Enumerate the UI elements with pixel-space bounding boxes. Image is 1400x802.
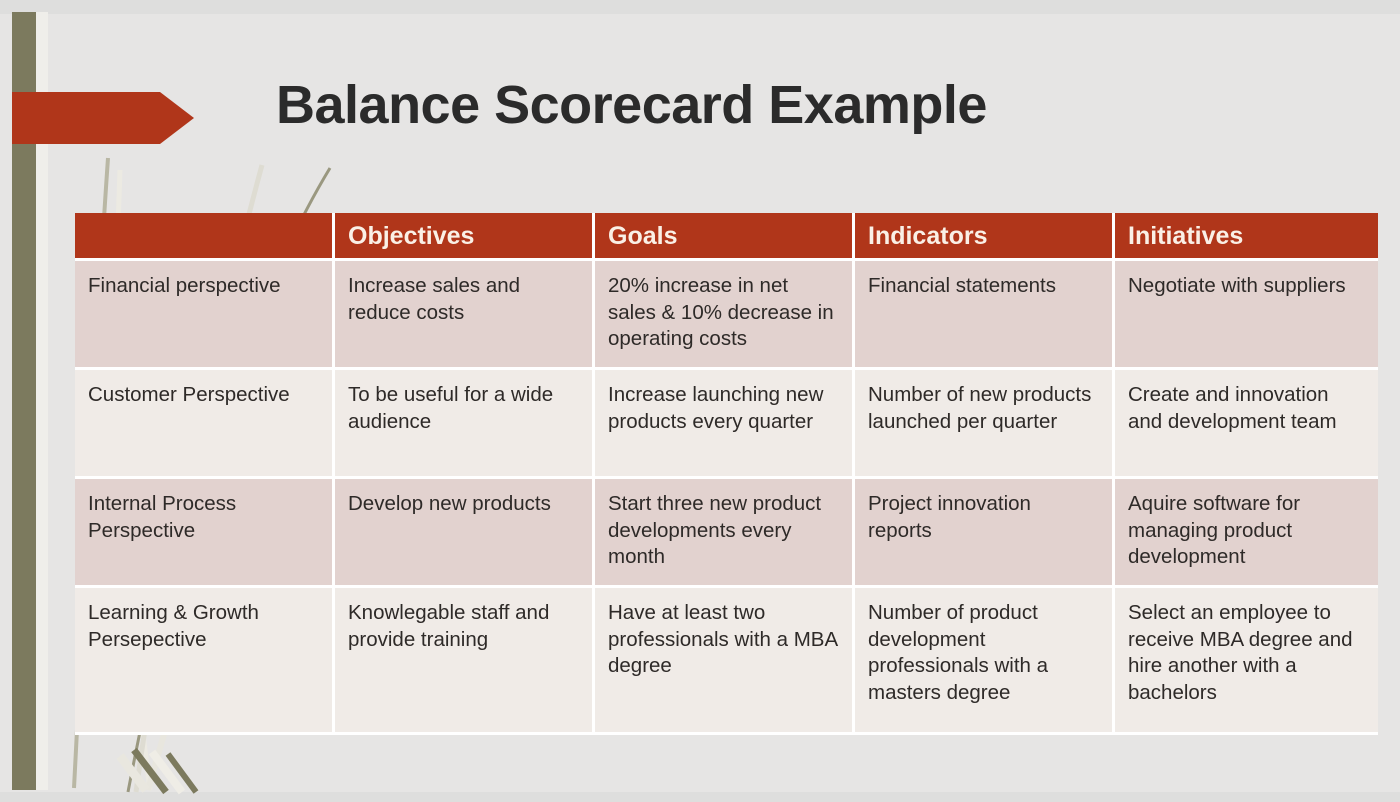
- table-header: Objectives Goals Indicators Initiatives: [75, 213, 1378, 261]
- table-header-row: Objectives Goals Indicators Initiatives: [75, 213, 1378, 261]
- column-header-perspective: [75, 213, 335, 261]
- cell-perspective: Learning & Growth Persepective: [75, 588, 335, 735]
- cell-indicators: Project innovation reports: [855, 479, 1115, 588]
- table-body: Financial perspective Increase sales and…: [75, 261, 1378, 735]
- column-header-goals: Goals: [595, 213, 855, 261]
- cell-initiatives: Create and innovation and development te…: [1115, 370, 1378, 479]
- cell-indicators: Number of product development profession…: [855, 588, 1115, 735]
- cell-perspective: Financial perspective: [75, 261, 335, 370]
- cell-objectives: Knowlegable staff and provide training: [335, 588, 595, 735]
- cell-initiatives: Negotiate with suppliers: [1115, 261, 1378, 370]
- cell-initiatives: Aquire software for managing product dev…: [1115, 479, 1378, 588]
- right-arrow-banner-icon: [12, 92, 194, 144]
- column-header-objectives: Objectives: [335, 213, 595, 261]
- cell-perspective: Internal Process Perspective: [75, 479, 335, 588]
- table-row: Financial perspective Increase sales and…: [75, 261, 1378, 370]
- slide-bottom-band: [0, 792, 1400, 802]
- cell-perspective: Customer Perspective: [75, 370, 335, 479]
- page-title: Balance Scorecard Example: [276, 75, 987, 135]
- cell-goals: Start three new product developments eve…: [595, 479, 855, 588]
- table-row: Customer Perspective To be useful for a …: [75, 370, 1378, 479]
- cell-goals: 20% increase in net sales & 10% decrease…: [595, 261, 855, 370]
- cell-goals: Have at least two professionals with a M…: [595, 588, 855, 735]
- cell-objectives: To be useful for a wide audience: [335, 370, 595, 479]
- cell-objectives: Increase sales and reduce costs: [335, 261, 595, 370]
- column-header-initiatives: Initiatives: [1115, 213, 1378, 261]
- slide-canvas: Balance Scorecard Example Objectives Goa…: [0, 0, 1400, 802]
- cell-initiatives: Select an employee to receive MBA degree…: [1115, 588, 1378, 735]
- cell-goals: Increase launching new products every qu…: [595, 370, 855, 479]
- table-row: Learning & Growth Persepective Knowlegab…: [75, 588, 1378, 735]
- cell-objectives: Develop new products: [335, 479, 595, 588]
- slide-top-band: [0, 0, 1400, 14]
- table-row: Internal Process Perspective Develop new…: [75, 479, 1378, 588]
- column-header-indicators: Indicators: [855, 213, 1115, 261]
- cell-indicators: Number of new products launched per quar…: [855, 370, 1115, 479]
- balance-scorecard-table: Objectives Goals Indicators Initiatives …: [75, 213, 1378, 735]
- cell-indicators: Financial statements: [855, 261, 1115, 370]
